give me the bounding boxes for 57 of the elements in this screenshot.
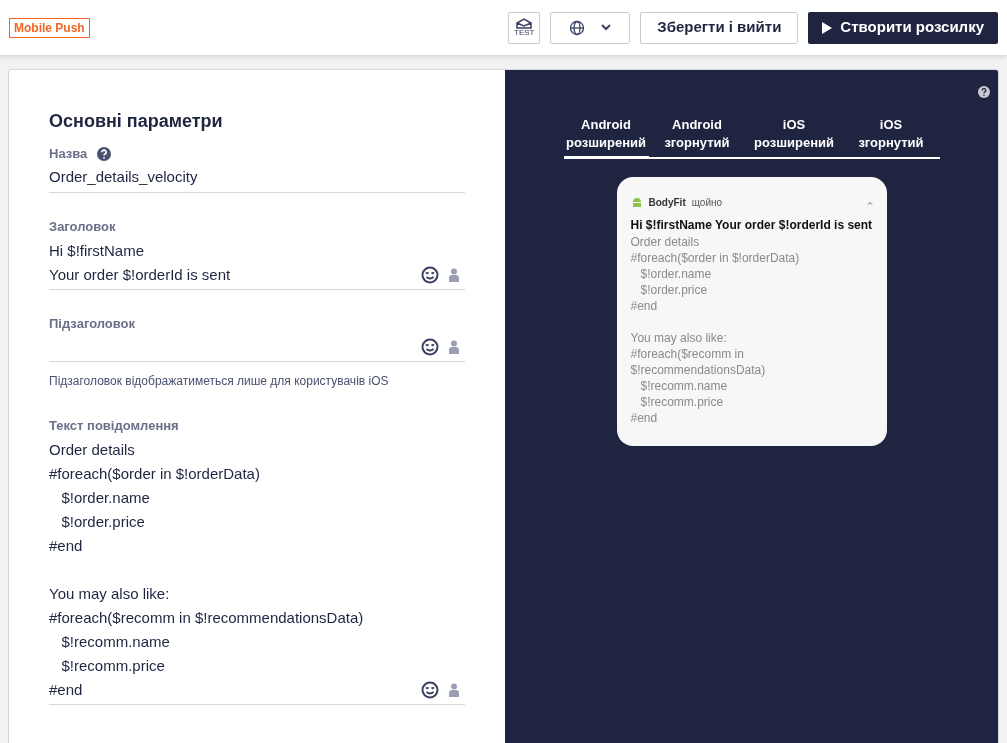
notification-line: $!recommendationsData) <box>630 362 767 378</box>
play-icon <box>822 21 833 34</box>
text-line: #end <box>49 535 84 556</box>
text-line: #end <box>49 679 84 700</box>
globe-icon <box>569 19 586 36</box>
channel-badge: Mobile Push <box>9 17 90 38</box>
text-line: $!recomm.price <box>60 655 166 676</box>
text-line: You may also like: <box>49 583 171 604</box>
android-icon <box>630 196 643 209</box>
text-line: Your order $!orderId is sent <box>49 264 232 285</box>
text-line: Order details <box>49 439 136 460</box>
app-name: BodyFit <box>648 196 686 210</box>
field-label: Підзаголовок <box>49 314 136 333</box>
text-line: #foreach($recomm in $!recommendationsData) <box>49 607 365 628</box>
notification-line: $!order.name <box>639 266 713 282</box>
emoji-icon[interactable] <box>421 338 439 356</box>
create-campaign-button[interactable]: Створити розсилку <box>808 11 998 44</box>
hint-text: Підзаголовок відображатиметься лише для користувачів iOS <box>49 373 390 390</box>
help-icon[interactable] <box>97 146 112 161</box>
test-button[interactable]: TEST <box>508 11 541 44</box>
notification-line: Order details <box>630 234 701 250</box>
message-field[interactable]: Order details #foreach($order in $!orderData) $!order.name $!order.price #end You may also like: #foreach($recomm in $!recommendationsData) $!recomm.name $!recomm.price #end <box>49 437 465 705</box>
preview-tab[interactable]: iOS розширений <box>745 116 843 159</box>
title-field[interactable]: Hi $!firstName Your order $!orderId is sent <box>49 238 465 290</box>
chevron-down-icon <box>601 24 612 31</box>
field-label: Заголовок <box>49 218 116 236</box>
preview-tab[interactable]: Android розширений <box>563 116 649 159</box>
language-dropdown[interactable] <box>550 11 631 44</box>
notification-line: $!order.price <box>639 282 709 298</box>
notification-title: Hi $!firstName Your order $!orderId is sent <box>630 217 873 234</box>
user-icon[interactable] <box>449 682 459 697</box>
emoji-icon[interactable] <box>421 265 439 284</box>
preview-tab[interactable]: iOS згорнутий <box>842 116 940 159</box>
save-button[interactable]: Зберегти і вийти <box>640 11 799 44</box>
notification-line: $!recomm.name <box>639 378 729 394</box>
notification-time: щойно <box>691 196 723 210</box>
notification-line: You may also like: <box>630 330 728 346</box>
help-icon[interactable] <box>978 86 990 98</box>
field-label: Текст повідомлення <box>49 417 179 435</box>
section-title: Основні параметри <box>49 110 224 132</box>
text-line: $!recomm.name <box>60 631 171 652</box>
notification-line: $!recomm.price <box>639 394 725 410</box>
text-line: $!order.price <box>60 511 146 532</box>
emoji-icon[interactable] <box>421 680 439 699</box>
text-line: Hi $!firstName <box>49 240 146 261</box>
name-field[interactable]: Order_details_velocity <box>49 165 465 193</box>
user-icon[interactable] <box>449 340 459 354</box>
user-icon[interactable] <box>449 267 459 282</box>
notification-line: #foreach($recomm in <box>630 346 745 362</box>
notification-line: #foreach($order in $!orderData) <box>630 250 801 266</box>
envelope-icon <box>516 18 533 29</box>
field-label: Назва <box>49 145 88 163</box>
text-line: $!order.name <box>60 487 151 508</box>
notification-line: #end <box>630 298 659 314</box>
text-line: #foreach($order in $!orderData) <box>49 463 261 484</box>
preview-tab[interactable]: Android згорнутий <box>648 116 746 159</box>
notification-line: #end <box>630 410 659 426</box>
